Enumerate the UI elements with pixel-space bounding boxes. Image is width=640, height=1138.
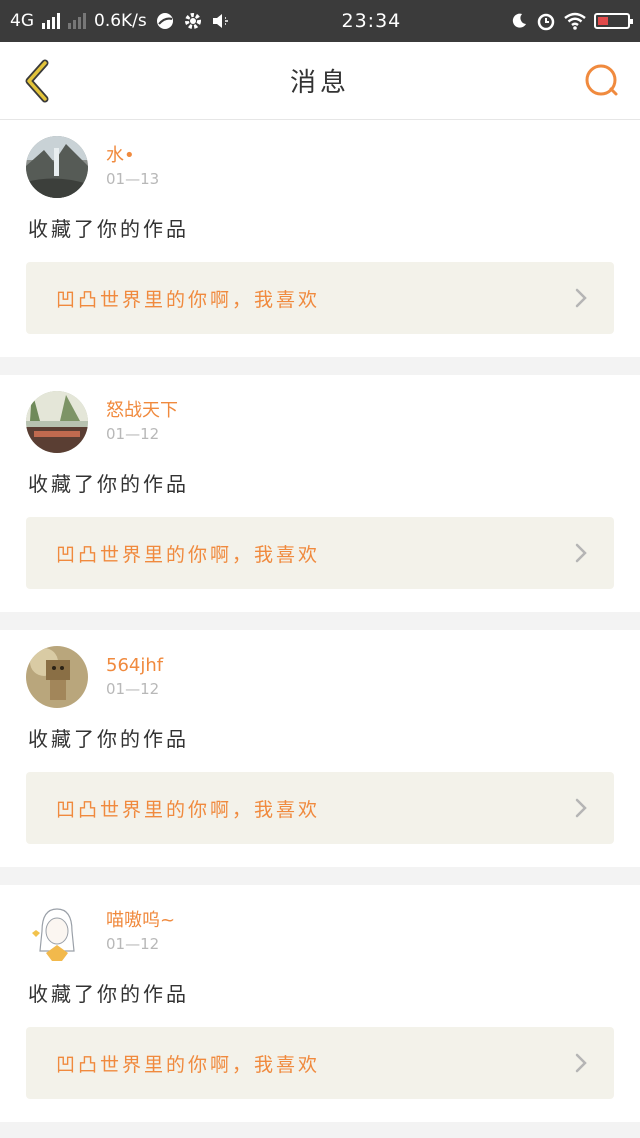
- message-date: 01—12: [106, 425, 160, 443]
- search-icon: [585, 64, 618, 95]
- message-card: 水• 01—13 收藏了你的作品 凹凸世界里的你啊，我喜欢: [0, 120, 640, 357]
- message-card: 564jhf 01—12 收藏了你的作品 凹凸世界里的你啊，我喜欢: [0, 630, 640, 867]
- message-date: 01—12: [106, 680, 160, 698]
- alarm-icon: [537, 13, 555, 31]
- page-title: 消息: [289, 68, 350, 98]
- back-button[interactable]: [18, 59, 58, 102]
- nav-bar: 消息: [0, 42, 640, 120]
- avatar[interactable]: [26, 136, 88, 198]
- battery-icon: [594, 13, 633, 29]
- clock: 23:34: [341, 10, 402, 32]
- search-button[interactable]: [582, 61, 622, 101]
- signal-icon: [42, 13, 60, 29]
- card-header: 喵嗷呜~ 01—12: [26, 901, 614, 963]
- work-title: 凹凸世界里的你啊，我喜欢: [56, 1053, 321, 1076]
- network-type: 4G: [10, 11, 34, 31]
- avatar[interactable]: [26, 901, 88, 963]
- message-card: 喵嗷呜~ 01—12 收藏了你的作品 凹凸世界里的你啊，我喜欢: [0, 885, 640, 1122]
- gear-icon: [184, 13, 201, 29]
- card-header: 怒战天下 01—12: [26, 391, 614, 453]
- browser-icon: [156, 13, 173, 29]
- work-title: 凹凸世界里的你啊，我喜欢: [56, 543, 321, 566]
- action-text: 收藏了你的作品: [28, 727, 189, 751]
- username[interactable]: 喵嗷呜~: [106, 910, 175, 932]
- card-header: 564jhf 01—12: [26, 646, 614, 708]
- action-text: 收藏了你的作品: [28, 217, 189, 241]
- avatar[interactable]: [26, 646, 88, 708]
- action-text: 收藏了你的作品: [28, 982, 189, 1006]
- username[interactable]: 怒战天下: [106, 400, 178, 422]
- work-link[interactable]: 凹凸世界里的你啊，我喜欢: [26, 262, 614, 334]
- username[interactable]: 水•: [106, 145, 159, 167]
- chevron-left-icon: [25, 59, 49, 102]
- status-left: 4G 0.6K/s: [10, 11, 233, 31]
- work-link[interactable]: 凹凸世界里的你啊，我喜欢: [26, 517, 614, 589]
- user-meta: 水• 01—13: [106, 145, 159, 189]
- signal-icon-secondary: [68, 13, 86, 29]
- wifi-icon: [564, 12, 586, 30]
- chevron-right-icon: [575, 798, 587, 818]
- work-title: 凹凸世界里的你啊，我喜欢: [56, 798, 321, 821]
- work-title: 凹凸世界里的你啊，我喜欢: [56, 288, 321, 311]
- chevron-right-icon: [575, 288, 587, 308]
- chevron-right-icon: [575, 543, 587, 563]
- action-text: 收藏了你的作品: [28, 472, 189, 496]
- work-link[interactable]: 凹凸世界里的你啊，我喜欢: [26, 1027, 614, 1099]
- username[interactable]: 564jhf: [106, 655, 163, 677]
- network-speed: 0.6K/s: [94, 11, 147, 31]
- moon-icon: [512, 13, 526, 28]
- user-meta: 喵嗷呜~ 01—12: [106, 910, 175, 954]
- user-meta: 564jhf 01—12: [106, 655, 163, 699]
- message-date: 01—13: [106, 170, 160, 188]
- message-list: 水• 01—13 收藏了你的作品 凹凸世界里的你啊，我喜欢 怒战天下 01—12…: [0, 120, 640, 1138]
- chevron-right-icon: [575, 1053, 587, 1073]
- status-bar: 4G 0.6K/s 23:34: [0, 0, 640, 42]
- message-date: 01—12: [106, 935, 160, 953]
- message-card: 怒战天下 01—12 收藏了你的作品 凹凸世界里的你啊，我喜欢: [0, 375, 640, 612]
- work-link[interactable]: 凹凸世界里的你啊，我喜欢: [26, 772, 614, 844]
- card-header: 水• 01—13: [26, 136, 614, 198]
- avatar[interactable]: [26, 391, 88, 453]
- user-meta: 怒战天下 01—12: [106, 400, 178, 444]
- volume-muted-icon: [212, 14, 228, 28]
- status-right: [510, 11, 633, 31]
